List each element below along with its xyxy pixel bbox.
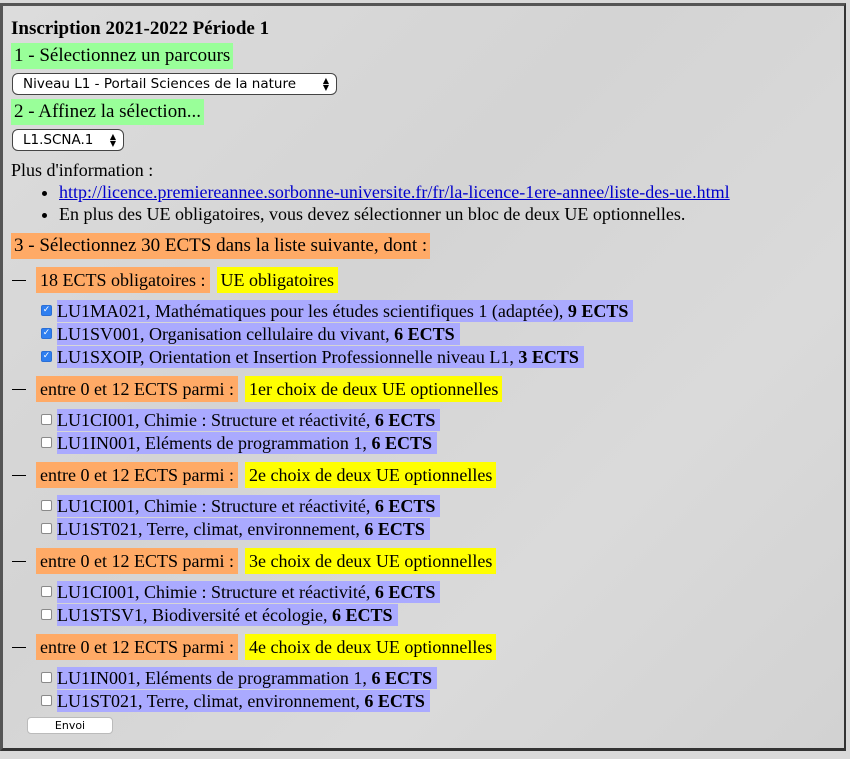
ue-checkbox[interactable] — [41, 523, 52, 534]
selection-select-value: L1.SCNA.1 — [23, 132, 94, 148]
selection-select[interactable]: L1.SCNA.1 ▲ ▼ — [12, 129, 124, 151]
group-name: 1er choix de deux UE optionnelles — [244, 376, 503, 402]
ue-label: LU1MA021, Mathématiques pour les études … — [57, 299, 634, 322]
parcours-select[interactable]: Niveau L1 - Portail Sciences de la natur… — [12, 73, 337, 95]
ue-item: LU1IN001, Eléments de programmation 1, 6… — [41, 666, 839, 689]
ue-checkbox[interactable] — [41, 500, 52, 511]
group-header: entre 0 et 12 ECTS parmi :2e choix de de… — [9, 462, 839, 488]
group-header: entre 0 et 12 ECTS parmi :1er choix de d… — [9, 376, 839, 402]
ue-item: ✓ LU1MA021, Mathématiques pour les études… — [41, 299, 839, 322]
ue-ects: 6 ECTS — [394, 323, 455, 344]
collapse-dash-icon — [12, 474, 26, 476]
ue-text: LU1CI001, Chimie : Structure et réactivi… — [57, 495, 371, 516]
ue-item: LU1STSV1, Biodiversité et écologie, 6 EC… — [41, 603, 839, 626]
ue-text: LU1STSV1, Biodiversité et écologie, — [57, 604, 328, 625]
ue-ects: 6 ECTS — [371, 667, 432, 688]
ue-label: LU1STSV1, Biodiversité et écologie, 6 EC… — [57, 603, 398, 626]
window-frame: Inscription 2021-2022 Période 1 1 - Séle… — [0, 3, 846, 751]
ue-ects: 6 ECTS — [331, 604, 393, 625]
group-items: LU1CI001, Chimie : Structure et réactivi… — [41, 408, 839, 454]
info-label: Plus d'information : — [11, 160, 154, 180]
ue-text: LU1SXOIP, Orientation et Insertion Profe… — [57, 346, 514, 367]
ue-label: LU1IN001, Eléments de programmation 1, 6… — [57, 666, 437, 689]
ue-label: LU1ST021, Terre, climat, environnement, … — [57, 517, 430, 540]
ue-text: LU1SV001, Organisation cellulaire du viv… — [57, 323, 390, 344]
ue-checkbox[interactable] — [41, 586, 52, 597]
ue-item: LU1ST021, Terre, climat, environnement, … — [41, 517, 839, 540]
collapse-dash-icon — [12, 560, 26, 562]
group-name: 3e choix de deux UE optionnelles — [244, 548, 497, 574]
ue-item: ✓ LU1SV001, Organisation cellulaire du vi… — [41, 322, 839, 345]
ue-ects: 6 ECTS — [371, 432, 432, 453]
ue-text: LU1ST021, Terre, climat, environnement, — [57, 690, 360, 711]
ue-ects: 6 ECTS — [374, 409, 436, 430]
group-requirement: 18 ECTS obligatoires : — [36, 267, 210, 293]
ue-text: LU1CI001, Chimie : Structure et réactivi… — [57, 581, 371, 602]
ue-checkbox[interactable] — [41, 695, 52, 706]
ue-item: LU1CI001, Chimie : Structure et réactivi… — [41, 494, 839, 517]
group-name: 4e choix de deux UE optionnelles — [244, 634, 497, 660]
info-list-item: http://licence.premiereannee.sorbonne-un… — [59, 181, 839, 203]
info-list: http://licence.premiereannee.sorbonne-un… — [9, 181, 839, 225]
ue-checkbox[interactable] — [41, 609, 52, 620]
step3-label: 3 - Sélectionnez 30 ECTS dans la liste s… — [11, 233, 431, 259]
group-header: 18 ECTS obligatoires : UE obligatoires — [9, 267, 839, 293]
group-name: 2e choix de deux UE optionnelles — [244, 462, 497, 488]
ue-label: LU1CI001, Chimie : Structure et réactivi… — [57, 580, 441, 603]
group-requirement: entre 0 et 12 ECTS parmi : — [36, 376, 238, 402]
group-name: UE obligatoires — [216, 267, 338, 293]
group-items: LU1CI001, Chimie : Structure et réactivi… — [41, 580, 839, 626]
info-link[interactable]: http://licence.premiereannee.sorbonne-un… — [59, 182, 730, 202]
ue-ects: 9 ECTS — [567, 300, 629, 321]
collapse-dash-icon — [12, 646, 26, 648]
ue-checkbox[interactable] — [41, 414, 52, 425]
submit-button[interactable]: Envoi — [27, 717, 113, 734]
ue-text: LU1IN001, Eléments de programmation 1, — [57, 432, 367, 453]
group-requirement: entre 0 et 12 ECTS parmi : — [36, 548, 238, 574]
ue-label: LU1CI001, Chimie : Structure et réactivi… — [57, 494, 441, 517]
ue-checkbox[interactable]: ✓ — [41, 351, 52, 362]
group-items: LU1IN001, Eléments de programmation 1, 6… — [41, 666, 839, 712]
group-header: entre 0 et 12 ECTS parmi :3e choix de de… — [9, 548, 839, 574]
ue-text: LU1IN001, Eléments de programmation 1, — [57, 667, 367, 688]
ue-text: LU1ST021, Terre, climat, environnement, — [57, 518, 360, 539]
ue-label: LU1ST021, Terre, climat, environnement, … — [57, 689, 430, 712]
ue-checkbox[interactable]: ✓ — [41, 305, 52, 316]
ue-item: LU1IN001, Eléments de programmation 1, 6… — [41, 431, 839, 454]
page-title: Inscription 2021-2022 Période 1 — [11, 18, 270, 39]
ue-checkbox[interactable] — [41, 437, 52, 448]
group-items: LU1CI001, Chimie : Structure et réactivi… — [41, 494, 839, 540]
collapse-dash-icon — [12, 388, 26, 390]
step2-label: 2 - Affinez la sélection... — [11, 99, 204, 125]
ue-ects: 6 ECTS — [364, 690, 425, 711]
ue-checkbox[interactable] — [41, 672, 52, 683]
ue-text: LU1MA021, Mathématiques pour les études … — [57, 300, 564, 321]
ue-item: LU1ST021, Terre, climat, environnement, … — [41, 689, 839, 712]
ue-label: LU1IN001, Eléments de programmation 1, 6… — [57, 431, 437, 454]
ue-checkbox[interactable]: ✓ — [41, 328, 52, 339]
info-note: En plus des UE obligatoires, vous devez … — [59, 203, 839, 225]
collapse-dash-icon — [12, 279, 26, 281]
ue-item: LU1CI001, Chimie : Structure et réactivi… — [41, 408, 839, 431]
ue-ects: 6 ECTS — [364, 518, 425, 539]
select-arrows-icon: ▲ ▼ — [109, 132, 116, 148]
parcours-select-value: Niveau L1 - Portail Sciences de la natur… — [23, 76, 297, 92]
group-items: ✓ LU1MA021, Mathématiques pour les études… — [41, 299, 839, 368]
group-requirement: entre 0 et 12 ECTS parmi : — [36, 634, 238, 660]
ue-groups: 18 ECTS obligatoires : UE obligatoires ✓ LU… — [9, 267, 839, 712]
ue-label: LU1SXOIP, Orientation et Insertion Profe… — [57, 345, 584, 368]
group-header: entre 0 et 12 ECTS parmi :4e choix de de… — [9, 634, 839, 660]
ue-label: LU1CI001, Chimie : Structure et réactivi… — [57, 408, 441, 431]
ue-label: LU1SV001, Organisation cellulaire du viv… — [57, 322, 460, 345]
ue-item: LU1CI001, Chimie : Structure et réactivi… — [41, 580, 839, 603]
ue-item: ✓ LU1SXOIP, Orientation et Insertion Prof… — [41, 345, 839, 368]
ue-ects: 6 ECTS — [374, 581, 436, 602]
ue-ects: 3 ECTS — [518, 346, 579, 367]
ue-text: LU1CI001, Chimie : Structure et réactivi… — [57, 409, 371, 430]
step1-label: 1 - Sélectionnez un parcours — [11, 43, 234, 69]
ue-ects: 6 ECTS — [374, 495, 436, 516]
group-requirement: entre 0 et 12 ECTS parmi : — [36, 462, 238, 488]
registration-form: Inscription 2021-2022 Période 1 1 - Séle… — [9, 18, 839, 712]
select-arrows-icon: ▲ ▼ — [322, 76, 329, 92]
